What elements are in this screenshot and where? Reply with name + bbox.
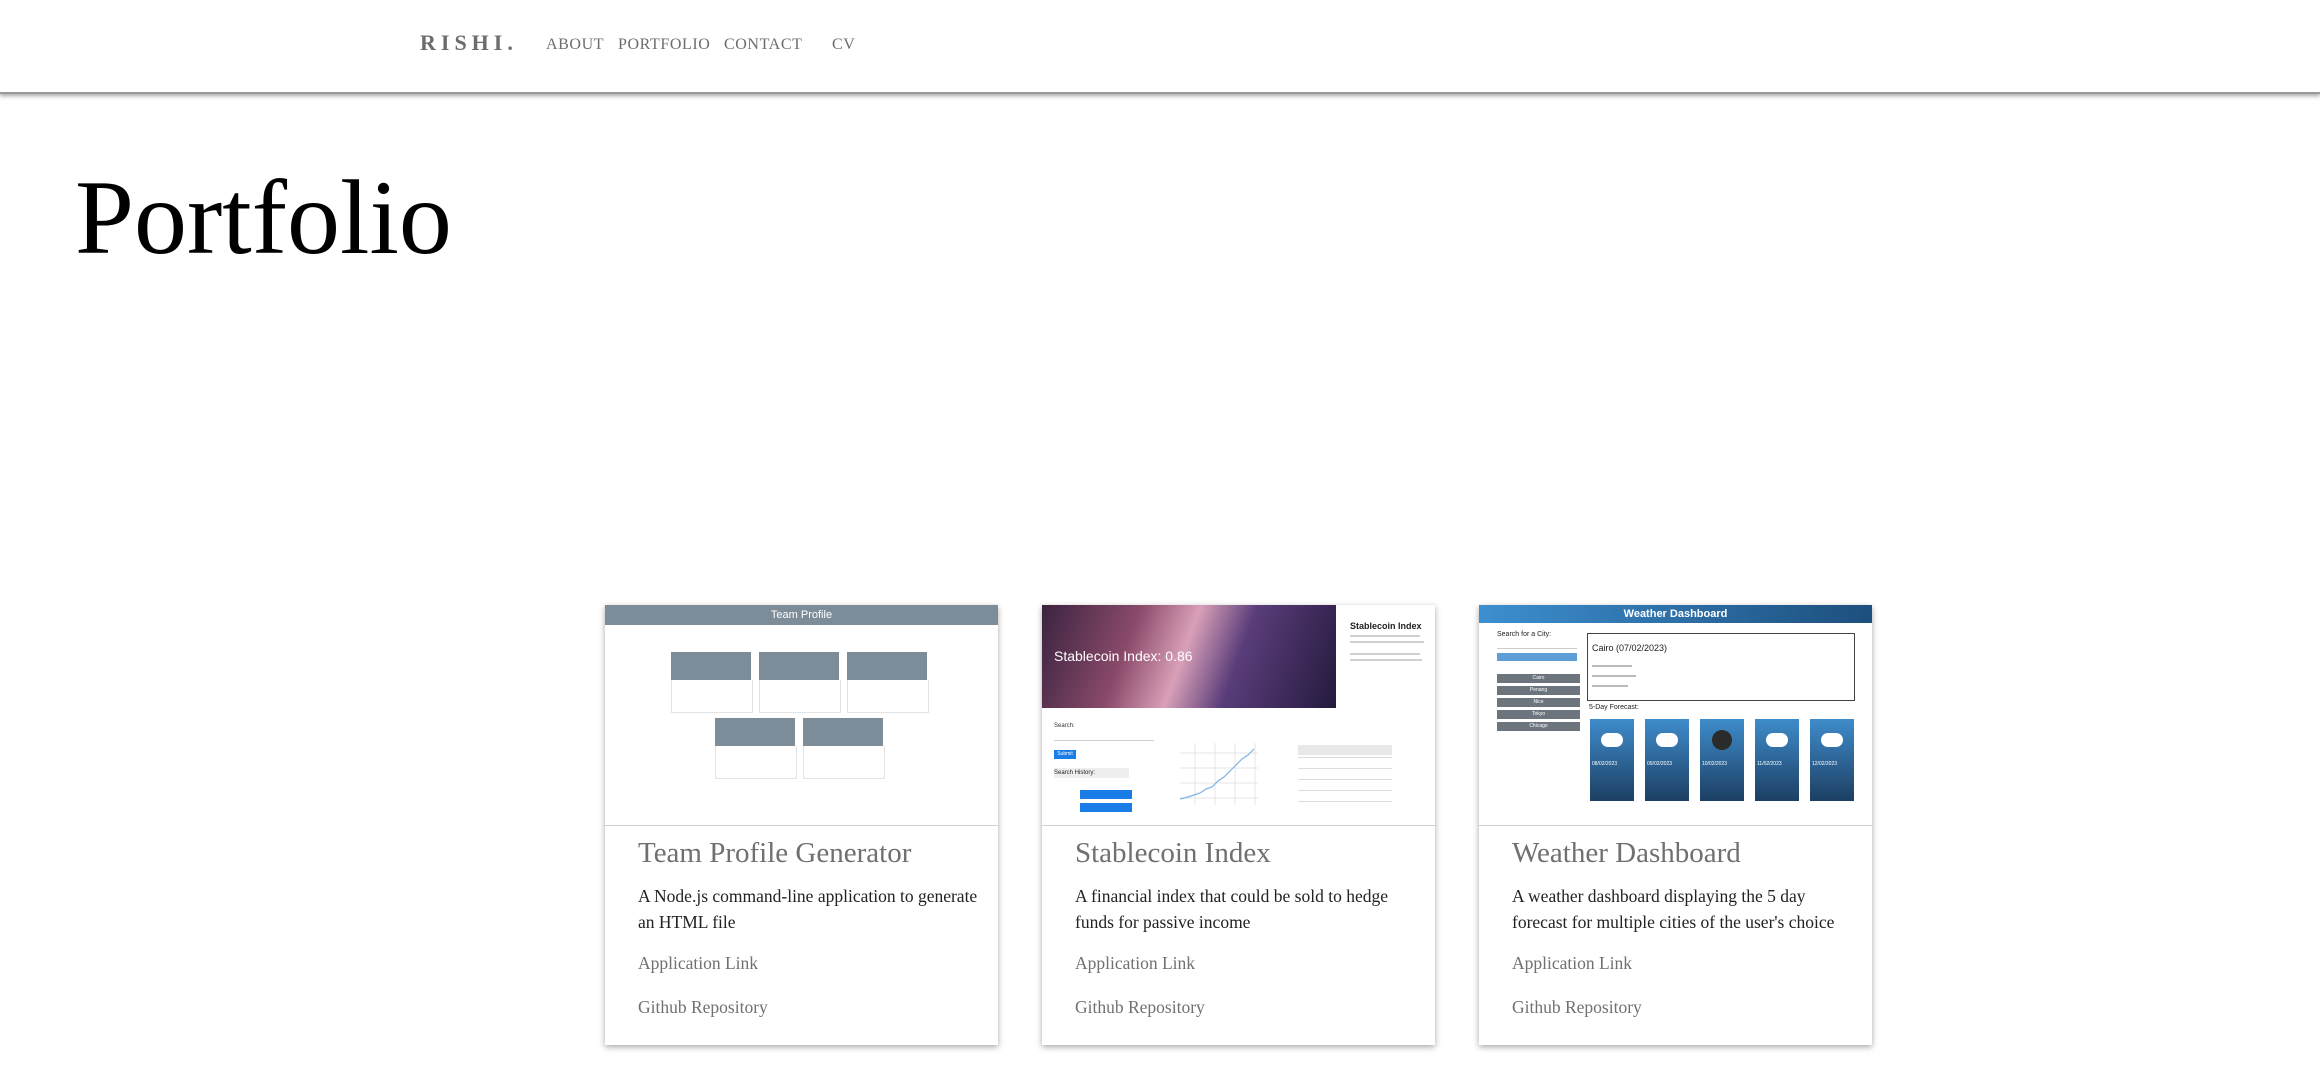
preview-header: Weather Dashboard — [1479, 605, 1872, 623]
card-title: Weather Dashboard — [1512, 837, 1741, 869]
nav-portfolio[interactable]: PORTFOLIO — [618, 36, 710, 54]
github-repository-link[interactable]: Github Repository — [1512, 997, 1642, 1018]
github-repository-link[interactable]: Github Repository — [638, 997, 768, 1018]
preview-city: Tokyo — [1497, 710, 1580, 719]
preview-header: Team Profile — [605, 605, 998, 625]
nav-cv[interactable]: CV — [832, 36, 855, 54]
application-link[interactable]: Application Link — [1075, 953, 1195, 974]
preview-day: 10/02/2023 — [1702, 761, 1728, 767]
preview-mini-chart — [1180, 743, 1258, 805]
nav-contact[interactable]: CONTACT — [724, 36, 802, 54]
project-card-stablecoin: Stablecoin Index: 0.86 Stablecoin Index … — [1042, 605, 1435, 1045]
project-card-weather: Weather Dashboard Search for a City: Cai… — [1479, 605, 1872, 1045]
preview-day: 12/02/2023 — [1812, 761, 1838, 767]
project-screenshot-team-profile[interactable]: Team Profile — [605, 605, 998, 826]
project-card-team-profile: Team Profile Team Profile Generator A No… — [605, 605, 998, 1045]
preview-city: Penang — [1497, 686, 1580, 695]
preview-current-city: Cairo (07/02/2023) — [1592, 643, 1668, 653]
card-title: Team Profile Generator — [638, 837, 912, 869]
preview-day: 09/02/2023 — [1647, 761, 1673, 767]
nav-about[interactable]: ABOUT — [546, 36, 604, 54]
project-screenshot-stablecoin[interactable]: Stablecoin Index: 0.86 Stablecoin Index … — [1042, 605, 1435, 826]
preview-city: Cairo — [1497, 674, 1580, 683]
preview-search-label: Search: — [1054, 723, 1075, 729]
preview-city: Chicago — [1497, 722, 1580, 731]
navbar: RISHI. ABOUT PORTFOLIO CONTACT CV — [0, 0, 2320, 94]
card-description: A financial index that could be sold to … — [1075, 886, 1388, 932]
preview-banner: Stablecoin Index: 0.86 — [1054, 648, 1193, 664]
preview-side-title: Stablecoin Index — [1350, 621, 1422, 631]
page-title: Portfolio — [75, 159, 452, 276]
preview-search-label: Search for a City: — [1497, 631, 1552, 638]
card-title: Stablecoin Index — [1075, 837, 1271, 869]
brand-logo[interactable]: RISHI. — [420, 30, 518, 56]
card-description: A weather dashboard displaying the 5 day… — [1512, 886, 1835, 932]
preview-history-label: Search History: — [1054, 768, 1129, 778]
preview-day: 11/02/2023 — [1757, 761, 1782, 767]
preview-forecast-label: 5-Day Forecast: — [1589, 704, 1639, 711]
application-link[interactable]: Application Link — [1512, 953, 1632, 974]
preview-submit: Submit — [1054, 750, 1076, 759]
card-description: A Node.js command-line application to ge… — [638, 886, 978, 932]
preview-day: 08/02/2023 — [1592, 761, 1618, 767]
github-repository-link[interactable]: Github Repository — [1075, 997, 1205, 1018]
preview-city: Nice — [1497, 698, 1580, 707]
application-link[interactable]: Application Link — [638, 953, 758, 974]
project-screenshot-weather[interactable]: Weather Dashboard Search for a City: Cai… — [1479, 605, 1872, 826]
